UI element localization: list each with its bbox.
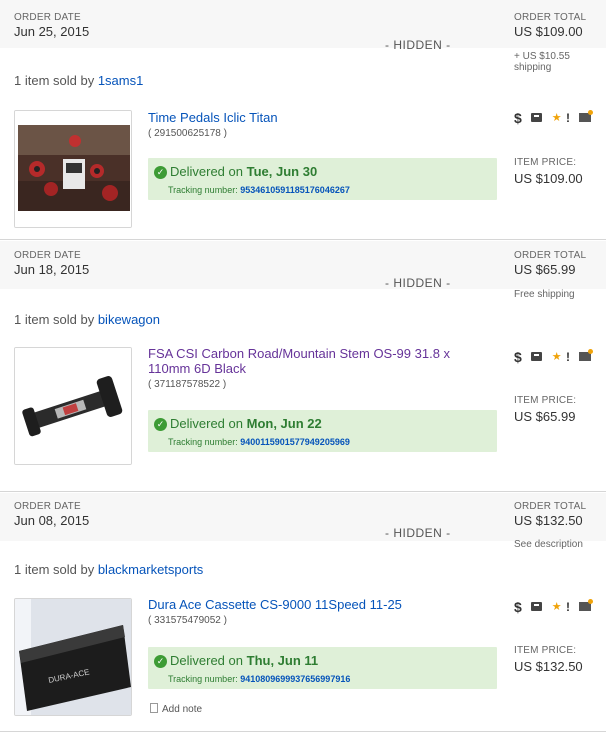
delivered-label: Delivered on	[170, 416, 243, 431]
order-date-label: ORDER DATE	[14, 12, 81, 23]
order-date-label: ORDER DATE	[14, 501, 81, 512]
seller-link[interactable]: bikewagon	[98, 312, 160, 327]
tracking-label: Tracking number:	[168, 185, 238, 195]
order-card: ORDER DATE Jun 08, 2015 - HIDDEN - ORDER…	[0, 493, 606, 732]
item-price: US $65.99	[514, 409, 576, 424]
star-feedback-icon[interactable]: ★	[552, 111, 562, 124]
shipping-cost: Free shipping	[514, 289, 575, 300]
seller-link[interactable]: 1sams1	[98, 73, 144, 88]
action-icons: $ ★ !	[514, 598, 596, 615]
check-circle-icon: ✓	[154, 655, 167, 668]
alert-icon[interactable]: !	[566, 600, 570, 614]
sold-by-label: 1 item sold by	[14, 312, 95, 327]
check-circle-icon: ✓	[154, 418, 167, 431]
item-thumbnail[interactable]	[14, 110, 132, 228]
item-price: US $132.50	[514, 659, 583, 674]
delivery-status: ✓ Delivered on Thu, Jun 11 Tracking numbe…	[148, 647, 497, 689]
hidden-label: - HIDDEN -	[385, 38, 451, 52]
delivered-date: Thu, Jun 11	[246, 653, 319, 668]
check-circle-icon: ✓	[154, 166, 167, 179]
pedals-photo	[15, 111, 131, 227]
tracking-line: Tracking number: 9400115901577949205969	[168, 437, 350, 447]
add-note-button[interactable]: Add note	[150, 703, 202, 715]
shipping-cost: + US $10.55 shipping	[514, 51, 570, 73]
item-title-link[interactable]: FSA CSI Carbon Road/Mountain Stem OS-99 …	[148, 346, 468, 376]
add-note-label: Add note	[162, 704, 203, 715]
delivered-label: Delivered on	[170, 164, 243, 179]
tracking-number-link[interactable]: 9410809699937656997916	[240, 674, 350, 684]
delivered-label: Delivered on	[170, 653, 243, 668]
item-title-link[interactable]: Dura Ace Cassette CS-9000 11Speed 11-25	[148, 597, 402, 612]
item-price-label: ITEM PRICE:	[514, 645, 577, 656]
hidden-label: - HIDDEN -	[385, 526, 451, 540]
sold-by: 1 item sold by blackmarketsports	[14, 562, 203, 577]
sold-by-label: 1 item sold by	[14, 73, 95, 88]
order-card: ORDER DATE Jun 25, 2015 - HIDDEN - ORDER…	[0, 0, 606, 240]
delivered-date: Mon, Jun 22	[246, 416, 322, 431]
item-thumbnail[interactable]	[14, 347, 132, 465]
alert-icon[interactable]: !	[566, 111, 570, 125]
star-feedback-icon[interactable]: ★	[552, 350, 562, 363]
order-total: US $132.50	[514, 513, 583, 528]
message-icon[interactable]	[579, 599, 594, 612]
alert-icon[interactable]: !	[566, 350, 570, 364]
delivered-line: ✓ Delivered on Mon, Jun 22	[154, 416, 322, 431]
order-date-label: ORDER DATE	[14, 250, 81, 261]
stem-photo	[15, 348, 131, 464]
delivered-line: ✓ Delivered on Tue, Jun 30	[154, 164, 317, 179]
star-feedback-icon[interactable]: ★	[552, 600, 562, 613]
tracking-line: Tracking number: 9410809699937656997916	[168, 674, 350, 684]
delivered-date: Tue, Jun 30	[246, 164, 318, 179]
tracking-line: Tracking number: 9534610591185176046267	[168, 185, 350, 195]
order-date: Jun 25, 2015	[14, 24, 90, 39]
item-price-label: ITEM PRICE:	[514, 395, 577, 406]
order-total-label: ORDER TOTAL	[514, 250, 587, 261]
item-price-label: ITEM PRICE:	[514, 157, 577, 168]
action-icons: $ ★ !	[514, 348, 596, 365]
dollar-icon[interactable]: $	[514, 599, 522, 615]
package-icon[interactable]	[531, 352, 543, 362]
cassette-photo: DURA-ACE	[15, 599, 131, 715]
order-total: US $65.99	[514, 262, 576, 277]
sold-by-label: 1 item sold by	[14, 562, 95, 577]
delivered-line: ✓ Delivered on Thu, Jun 11	[154, 653, 318, 668]
message-icon[interactable]	[579, 349, 594, 362]
order-total-label: ORDER TOTAL	[514, 12, 587, 23]
delivery-status: ✓ Delivered on Tue, Jun 30 Tracking numbe…	[148, 158, 497, 200]
action-icons: $ ★ !	[514, 109, 596, 126]
tracking-label: Tracking number:	[168, 437, 238, 447]
sold-by: 1 item sold by 1sams1	[14, 73, 143, 88]
item-id: ( 291500625178 )	[148, 128, 227, 139]
order-date: Jun 08, 2015	[14, 513, 90, 528]
message-icon[interactable]	[579, 110, 594, 123]
sold-by: 1 item sold by bikewagon	[14, 312, 160, 327]
shipping-cost: See description	[514, 539, 583, 550]
order-card: ORDER DATE Jun 18, 2015 - HIDDEN - ORDER…	[0, 241, 606, 492]
tracking-label: Tracking number:	[168, 674, 238, 684]
dollar-icon[interactable]: $	[514, 349, 522, 365]
note-icon	[150, 703, 158, 713]
item-id: ( 371187578522 )	[148, 379, 227, 390]
item-title-link[interactable]: Time Pedals Iclic Titan	[148, 110, 278, 125]
order-total: US $109.00	[514, 24, 583, 39]
item-price: US $109.00	[514, 171, 583, 186]
hidden-label: - HIDDEN -	[385, 276, 451, 290]
package-icon[interactable]	[531, 113, 543, 123]
seller-link[interactable]: blackmarketsports	[98, 562, 203, 577]
package-icon[interactable]	[531, 602, 543, 612]
tracking-number-link[interactable]: 9534610591185176046267	[240, 185, 350, 195]
item-thumbnail[interactable]: DURA-ACE	[14, 598, 132, 716]
item-id: ( 331575479052 )	[148, 615, 227, 626]
order-date: Jun 18, 2015	[14, 262, 90, 277]
tracking-number-link[interactable]: 9400115901577949205969	[240, 437, 350, 447]
delivery-status: ✓ Delivered on Mon, Jun 22 Tracking numbe…	[148, 410, 497, 452]
dollar-icon[interactable]: $	[514, 110, 522, 126]
order-total-label: ORDER TOTAL	[514, 501, 587, 512]
